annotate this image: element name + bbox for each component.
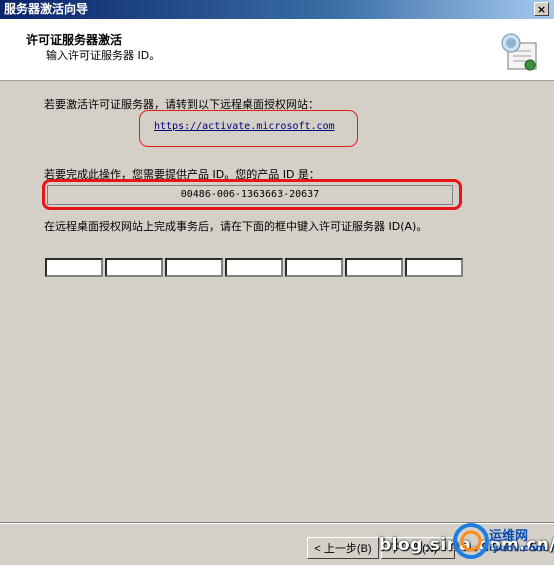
license-id-segment-4[interactable] xyxy=(225,258,283,277)
instruction-enter-id: 在远程桌面授权网站上完成事务后，请在下面的框中键入许可证服务器 ID(A)。 xyxy=(44,220,428,233)
license-id-segment-2[interactable] xyxy=(105,258,163,277)
header-title: 许可证服务器激活 xyxy=(26,33,123,47)
activation-link[interactable]: https://activate.microsoft.com xyxy=(154,121,335,132)
wizard-header: 许可证服务器激活 输入许可证服务器 ID。 xyxy=(0,19,554,81)
license-id-segment-5[interactable] xyxy=(285,258,343,277)
site-logo: 运维网 iyunv.com xyxy=(451,515,549,563)
close-button[interactable]: × xyxy=(534,2,549,16)
back-button[interactable]: < 上一步(B) xyxy=(307,537,379,559)
license-id-segment-1[interactable] xyxy=(45,258,103,277)
logo-text: 运维网 xyxy=(489,529,529,544)
certificate-icon xyxy=(501,33,537,71)
license-id-segment-6[interactable] xyxy=(345,258,403,277)
logo-swirl-icon xyxy=(453,523,489,559)
header-subtitle: 输入许可证服务器 ID。 xyxy=(46,49,161,62)
wizard-body xyxy=(0,81,554,565)
product-id-highlight-ring xyxy=(42,179,462,210)
title-bar: 服务器激活向导 × xyxy=(0,0,554,19)
window-title: 服务器激活向导 xyxy=(4,2,89,16)
license-id-segment-7[interactable] xyxy=(405,258,463,277)
logo-subtext: iyunv.com xyxy=(489,543,546,554)
license-id-segment-3[interactable] xyxy=(165,258,223,277)
